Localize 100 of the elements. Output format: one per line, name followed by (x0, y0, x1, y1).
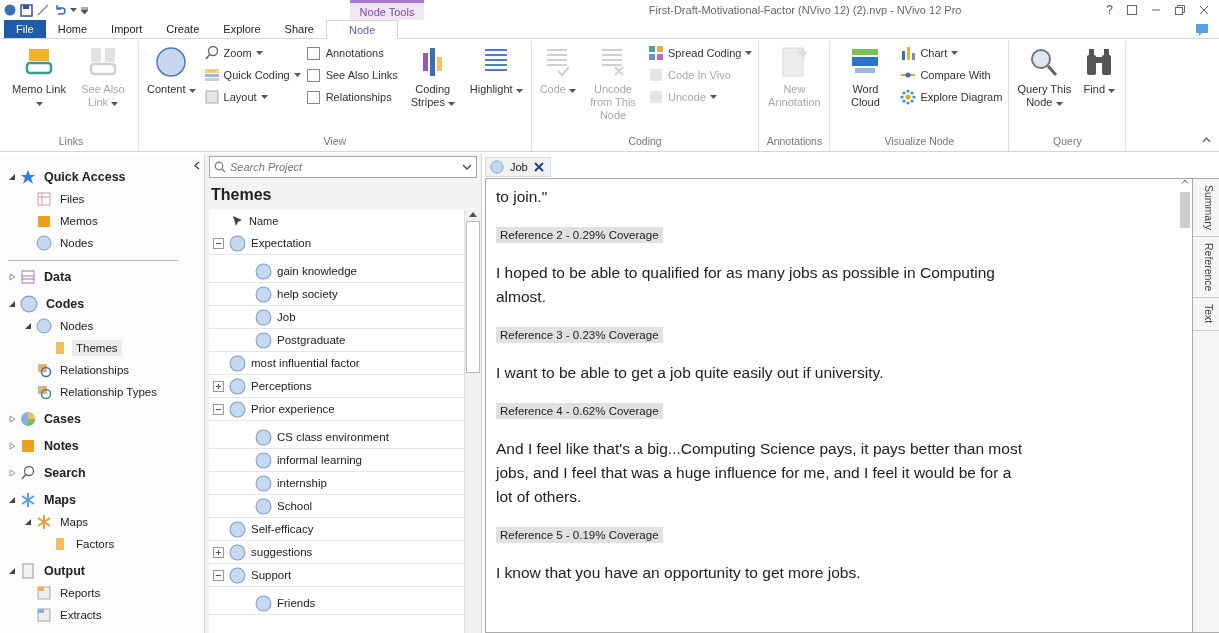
collapse-arrow-icon[interactable] (8, 173, 16, 181)
close-icon[interactable] (533, 162, 544, 172)
expand-toggle-icon[interactable] (213, 546, 224, 558)
customize-icon[interactable] (81, 6, 88, 14)
scroll-up-icon[interactable] (1181, 179, 1189, 184)
ribbon-tab[interactable]: Share (272, 20, 326, 38)
ribbon-button[interactable]: Compare With (900, 65, 1003, 85)
node-name[interactable]: Support (251, 569, 292, 581)
node-name[interactable]: School (277, 500, 313, 512)
node-name[interactable]: help society (277, 288, 338, 300)
checkbox-option[interactable]: See Also Links (306, 65, 398, 85)
nav-item[interactable]: Files (56, 191, 89, 207)
node-name[interactable]: CS class environment (277, 431, 389, 443)
ribbon-button[interactable]: Content (145, 41, 198, 100)
node-name[interactable]: internship (277, 477, 327, 489)
ribbon-button[interactable]: Word Cloud (836, 41, 895, 113)
document-tab[interactable]: Job (485, 157, 551, 177)
collapse-toggle-icon[interactable] (213, 403, 224, 415)
node-name[interactable]: Postgraduate (277, 334, 346, 346)
nav-item[interactable]: Maps (40, 491, 80, 509)
nav-item[interactable]: Cases (40, 410, 85, 428)
ribbon-button[interactable]: Quick Coding (203, 65, 301, 85)
collapse-toggle-icon[interactable] (213, 237, 224, 249)
ribbon-button[interactable]: Layout (203, 87, 301, 107)
node-name[interactable]: informal learning (277, 454, 362, 466)
globe-icon[interactable] (4, 4, 16, 16)
checkbox-option[interactable]: Relationships (306, 87, 398, 107)
expand-arrow-icon[interactable] (8, 273, 16, 281)
search-field[interactable]: Search Project (209, 156, 477, 178)
expand-toggle-icon[interactable] (213, 380, 224, 392)
scroll-thumb[interactable] (1180, 192, 1190, 228)
node-name[interactable]: Self-efficacy (251, 523, 314, 535)
ribbon-tab[interactable]: Node (325, 20, 399, 39)
help-button[interactable]: ? (1106, 3, 1113, 17)
collapse-ribbon-icon[interactable] (1202, 137, 1211, 143)
nav-item[interactable]: Extracts (56, 607, 106, 623)
save-icon[interactable] (20, 3, 33, 17)
nav-item[interactable]: Relationship Types (56, 384, 161, 400)
nav-item[interactable]: Nodes (56, 318, 98, 334)
nav-item[interactable]: Factors (72, 536, 119, 552)
ribbon-button[interactable]: Explore Diagram (900, 87, 1003, 107)
ribbon-button[interactable]: Coding Stripes (403, 41, 462, 113)
node-name[interactable]: Expectation (251, 237, 312, 249)
nav-item[interactable]: Search (40, 464, 90, 482)
restore-ribbon-icon[interactable] (1127, 5, 1137, 15)
nav-item[interactable]: Quick Access (40, 168, 130, 186)
ribbon-button[interactable]: Memo Link (10, 41, 68, 113)
nav-item[interactable]: Themes (72, 340, 122, 356)
collapse-arrow-icon[interactable] (8, 300, 16, 308)
node-name[interactable]: Perceptions (251, 380, 312, 392)
undo-icon[interactable] (53, 4, 66, 16)
ribbon-tab[interactable]: Home (45, 20, 100, 38)
nav-item[interactable]: Notes (40, 437, 83, 455)
close-icon[interactable] (1199, 5, 1209, 15)
node-name[interactable]: Friends (277, 597, 316, 609)
expand-arrow-icon[interactable] (8, 442, 16, 450)
chevron-down-icon[interactable] (462, 164, 472, 170)
ribbon-tab[interactable]: Import (99, 20, 155, 38)
side-tab[interactable]: Text (1193, 298, 1219, 331)
node-name[interactable]: Prior experience (251, 403, 335, 415)
node-name[interactable]: suggestions (251, 546, 313, 558)
ribbon-button[interactable]: Zoom (203, 43, 301, 63)
side-tab[interactable]: Reference (1193, 236, 1219, 299)
expand-arrow-icon[interactable] (8, 415, 16, 423)
ribbon-button[interactable]: Find (1079, 41, 1120, 100)
expand-arrow-icon[interactable] (8, 469, 16, 477)
collapse-toggle-icon[interactable] (213, 569, 224, 581)
column-header[interactable]: Name (249, 215, 279, 227)
collapse-arrow-icon[interactable] (24, 322, 32, 330)
scroll-up-icon[interactable] (469, 212, 477, 217)
collapse-panel-icon[interactable] (194, 161, 200, 170)
checkbox-option[interactable]: Annotations (306, 43, 398, 63)
checkbox[interactable] (306, 90, 320, 104)
nav-item[interactable]: Data (40, 268, 76, 286)
nav-item[interactable]: Codes (42, 295, 89, 313)
ribbon-button[interactable]: Spread Coding (648, 43, 753, 63)
collapse-arrow-icon[interactable] (8, 496, 16, 504)
restore-icon[interactable] (1175, 5, 1185, 15)
node-name[interactable]: Job (277, 311, 296, 323)
ribbon-tab[interactable]: Create (154, 20, 212, 38)
nav-item[interactable]: Maps (56, 514, 93, 530)
pen-icon[interactable] (37, 4, 49, 16)
scroll-thumb[interactable] (466, 221, 480, 373)
ribbon-button[interactable]: Highlight (467, 41, 525, 100)
node-name[interactable]: gain knowledge (277, 265, 357, 277)
file-tab[interactable]: File (4, 20, 46, 38)
nav-item[interactable]: Memos (56, 213, 102, 229)
node-name[interactable]: most influential factor (251, 357, 360, 369)
checkbox[interactable] (306, 68, 320, 82)
ribbon-button[interactable]: Query This Node (1015, 41, 1074, 113)
nav-item[interactable]: Nodes (56, 235, 98, 251)
chat-icon[interactable] (1195, 22, 1209, 36)
collapse-arrow-icon[interactable] (8, 567, 16, 575)
nav-item[interactable]: Output (40, 562, 89, 580)
ribbon-button[interactable]: Chart (900, 43, 1003, 63)
side-tab[interactable]: Summary (1193, 179, 1219, 237)
collapse-arrow-icon[interactable] (24, 518, 32, 526)
checkbox[interactable] (306, 46, 320, 60)
nav-item[interactable]: Relationships (56, 362, 134, 378)
ribbon-tab[interactable]: Explore (211, 20, 273, 38)
